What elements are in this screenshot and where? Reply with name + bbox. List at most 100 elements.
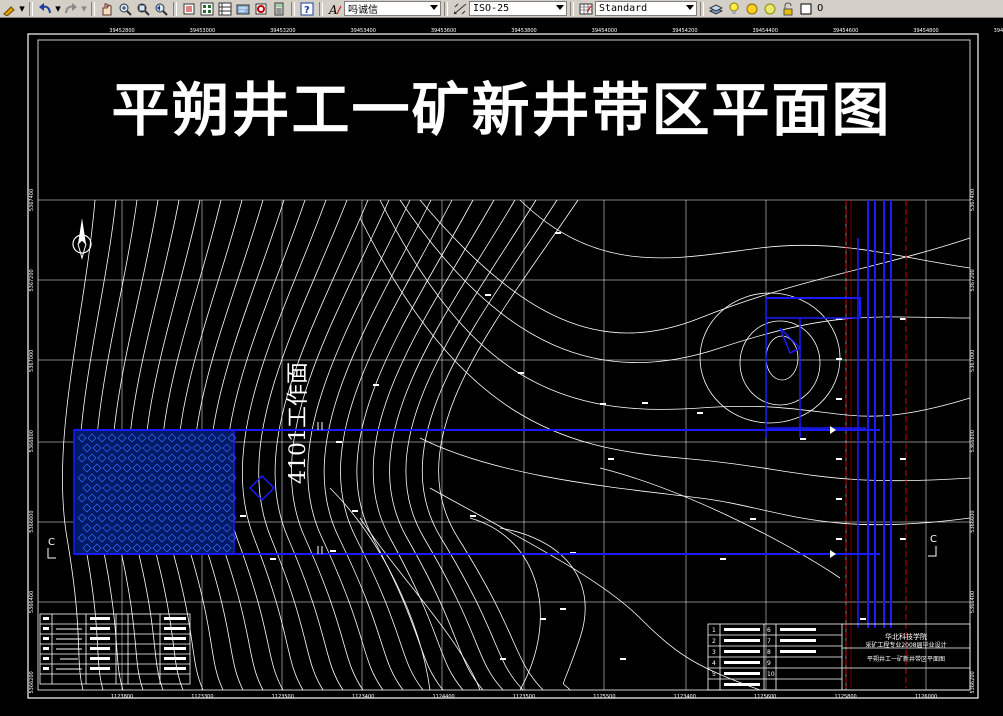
layer-viewport-icon[interactable] <box>761 1 779 17</box>
text-style-value: 吗诚信 <box>348 5 378 16</box>
table-style-icon[interactable] <box>577 1 595 17</box>
dimension-style-dropdown[interactable]: ISO-25 <box>469 1 567 16</box>
toolbar-dropdown-arrow-icon[interactable]: ▾ <box>18 1 26 17</box>
bottom-tick-label: 1123500 <box>513 694 535 700</box>
left-tick-label: 5366200 <box>29 671 35 693</box>
tb-right-item: 9 <box>767 660 771 667</box>
drawing-name-cell: 平朔井工一矿新井带区平面图 <box>867 655 945 663</box>
svg-text:A: A <box>328 3 338 16</box>
survey-mark <box>500 658 506 660</box>
left-tick-label: 5366400 <box>29 591 35 613</box>
survey-mark <box>900 538 906 540</box>
tb-right-item: 10 <box>767 671 775 678</box>
survey-mark <box>330 550 336 552</box>
tb-left-item: 1 <box>712 627 716 634</box>
redo-icon[interactable] <box>62 1 80 17</box>
match-properties-icon[interactable] <box>0 1 18 17</box>
dimension-style-value: ISO-25 <box>473 3 510 14</box>
bottom-tick-label: 1124400 <box>432 694 454 700</box>
help-icon[interactable]: ? <box>298 1 316 17</box>
survey-mark <box>608 458 614 460</box>
tb-left-item: 3 <box>712 649 716 656</box>
text-style-icon[interactable]: A <box>326 1 344 17</box>
top-tick-label: 39454600 <box>833 28 858 34</box>
survey-mark <box>240 515 246 517</box>
top-tick-label: 39454200 <box>672 28 697 34</box>
layer-thaw-icon[interactable] <box>743 1 761 17</box>
survey-mark <box>555 232 561 234</box>
zoom-window-icon[interactable] <box>134 1 152 17</box>
right-tick-label: 5366400 <box>970 591 976 613</box>
table-style-value: Standard <box>599 3 648 14</box>
zoom-realtime-icon[interactable] <box>116 1 134 17</box>
chevron-down-icon <box>430 5 438 10</box>
toolbar-separator <box>700 1 704 16</box>
layer-color-swatch-icon[interactable] <box>797 1 815 17</box>
bottom-tick-label: 1123400 <box>674 694 696 700</box>
top-tick-label: 39453200 <box>270 28 295 34</box>
dimension-style-icon[interactable] <box>451 1 469 17</box>
section-mark-right: C <box>930 534 937 545</box>
drawing-title: 平朔井工一矿新井带区平面图 <box>111 76 892 144</box>
survey-mark <box>836 458 842 460</box>
properties-icon[interactable] <box>180 1 198 17</box>
survey-mark <box>836 538 842 540</box>
quickcalc-icon[interactable] <box>270 1 288 17</box>
toolbar-separator <box>570 1 574 16</box>
toolbar-separator <box>29 1 33 16</box>
bottom-tick-label: 1123400 <box>352 694 374 700</box>
top-tick-label: 39453400 <box>350 28 375 34</box>
survey-mark <box>836 398 842 400</box>
design-center-icon[interactable] <box>198 1 216 17</box>
top-tick-label: 39452800 <box>109 28 134 34</box>
tb-left-item: 5 <box>712 671 716 678</box>
left-tick-label: 5367400 <box>29 189 35 211</box>
bottom-tick-label: 1125600 <box>754 694 776 700</box>
survey-mark <box>900 458 906 460</box>
text-style-dropdown[interactable]: 吗诚信 <box>344 1 441 16</box>
left-tick-label: 5367200 <box>29 269 35 291</box>
undo-list-arrow-icon[interactable]: ▾ <box>54 1 62 17</box>
toolbar-separator <box>91 1 95 16</box>
tb-right-item: 8 <box>767 649 771 656</box>
top-tick-label: 39455000 <box>994 28 1003 34</box>
right-tick-label: 5366600 <box>970 510 976 532</box>
zoom-previous-icon[interactable] <box>152 1 170 17</box>
pan-realtime-icon[interactable] <box>98 1 116 17</box>
bottom-tick-label: 1123300 <box>191 694 213 700</box>
toolbar-separator <box>173 1 177 16</box>
markup-set-manager-icon[interactable] <box>252 1 270 17</box>
survey-mark <box>750 518 756 520</box>
chevron-down-icon <box>686 5 694 10</box>
left-tick-label: 5367000 <box>29 350 35 372</box>
survey-mark <box>560 608 566 610</box>
bottom-tick-label: 1123800 <box>111 694 133 700</box>
right-tick-label: 5367200 <box>970 269 976 291</box>
working-face-label: 4101工作面 <box>286 362 311 484</box>
undo-icon[interactable] <box>36 1 54 17</box>
survey-mark <box>697 412 703 414</box>
sheet-set-manager-icon[interactable] <box>234 1 252 17</box>
survey-mark <box>352 510 358 512</box>
survey-mark <box>600 403 606 405</box>
layer-unlock-icon[interactable] <box>779 1 797 17</box>
toolbar-separator <box>291 1 295 16</box>
survey-mark <box>540 618 546 620</box>
top-tick-label: 39454000 <box>592 28 617 34</box>
redo-list-arrow-icon[interactable]: ▾ <box>80 1 88 17</box>
layer-properties-icon[interactable] <box>707 1 725 17</box>
tool-palettes-icon[interactable] <box>216 1 234 17</box>
survey-mark <box>270 558 276 560</box>
survey-mark <box>860 618 866 620</box>
top-tick-label: 39454800 <box>913 28 938 34</box>
standard-toolbar: ▾ ▾ ▾ ? A 吗诚信 ISO-25 Standard 0 <box>0 0 1003 18</box>
survey-mark <box>836 358 842 360</box>
survey-mark <box>642 402 648 404</box>
current-layer-name: 0 <box>817 3 824 14</box>
section-mark-left: C <box>48 537 55 548</box>
survey-mark <box>373 384 379 386</box>
right-tick-label: 5366800 <box>970 430 976 452</box>
table-style-dropdown[interactable]: Standard <box>595 1 697 16</box>
toolbar-separator <box>444 1 448 16</box>
layer-on-icon[interactable] <box>725 1 743 17</box>
